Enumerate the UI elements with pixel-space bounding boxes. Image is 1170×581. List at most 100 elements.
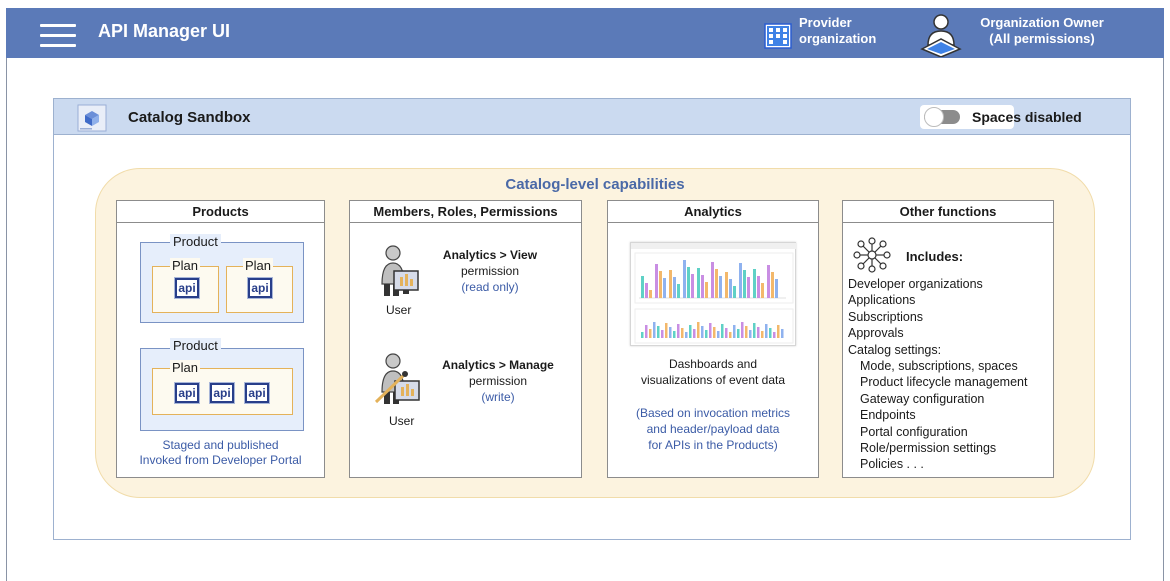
includes-label: Includes: xyxy=(906,249,964,264)
dashboard-bar xyxy=(669,270,672,298)
dashboard-bar xyxy=(645,325,648,338)
products-heading: Products xyxy=(117,201,324,223)
api-chip: api xyxy=(248,278,272,298)
dashboard-bar xyxy=(683,260,686,298)
list-item: Catalog settings: xyxy=(848,342,942,357)
dashboard-bar xyxy=(743,270,746,298)
dashboard-bar xyxy=(773,332,776,338)
list-item: Portal configuration xyxy=(860,424,968,439)
dashboard-bar xyxy=(745,326,748,338)
dashboard-bar xyxy=(709,323,712,338)
list-item: Mode, subscriptions, spaces xyxy=(860,359,1018,374)
api-chip: api xyxy=(210,383,234,403)
api-chip: api xyxy=(245,383,269,403)
api-chip: api xyxy=(175,383,199,403)
plan-label: Plan xyxy=(170,258,201,273)
dashboard-bar xyxy=(677,324,680,338)
analytics-note: (Based on invocation metrics and header/… xyxy=(635,406,791,452)
capabilities-title: Catalog-level capabilities xyxy=(505,176,685,193)
dashboard-bar xyxy=(757,276,760,298)
dashboard-bar xyxy=(769,328,772,338)
provider-organization-label[interactable]: Provider organization xyxy=(799,15,876,47)
list-item: Applications xyxy=(848,293,916,308)
app-title: API Manager UI xyxy=(98,21,231,41)
other-functions-heading: Other functions xyxy=(843,201,1053,223)
dashboard-bar xyxy=(655,264,658,298)
hamburger-menu-icon[interactable] xyxy=(40,24,76,47)
dashboard-bar xyxy=(701,275,704,298)
list-item: Gateway configuration xyxy=(860,391,985,406)
dashboard-thumbnail xyxy=(630,242,797,346)
dashboard-bar xyxy=(691,274,694,298)
product-label: Product xyxy=(170,234,221,249)
dashboard-bar xyxy=(757,327,760,338)
dashboard-bar xyxy=(697,322,700,338)
list-item: Approvals xyxy=(848,326,904,341)
dashboard-bar xyxy=(781,329,784,338)
manage-permission-title: Analytics > Manage xyxy=(442,358,554,372)
user-label: User xyxy=(386,303,412,317)
dashboard-bar xyxy=(721,324,724,338)
dashboard-bar xyxy=(761,331,764,338)
dashboard-bar xyxy=(729,332,732,338)
dashboard-bar xyxy=(733,325,736,338)
dashboard-bar xyxy=(725,328,728,338)
dashboard-bar xyxy=(767,265,770,298)
dashboard-bar xyxy=(737,329,740,338)
dashboard-bar xyxy=(687,267,690,298)
dashboard-bar xyxy=(747,277,750,298)
members-heading: Members, Roles, Permissions xyxy=(350,201,581,223)
dashboard-bar xyxy=(693,329,696,338)
list-item: Subscriptions xyxy=(848,309,924,324)
organization-owner-label[interactable]: Organization Owner (All permissions) xyxy=(966,15,1118,47)
analytics-description: Dashboards and visualizations of event d… xyxy=(640,357,786,387)
dashboard-bar xyxy=(765,324,768,338)
manage-permission-text: permission xyxy=(468,374,528,388)
dashboard-bar xyxy=(729,279,732,298)
dashboard-bar xyxy=(663,278,666,298)
top-header: API Manager UI Provider organization Org… xyxy=(6,8,1164,58)
list-item: Endpoints xyxy=(860,408,916,423)
network-hub-icon xyxy=(853,237,891,273)
toggle-knob xyxy=(924,107,944,127)
dashboard-bar xyxy=(777,325,780,338)
building-icon xyxy=(764,23,792,49)
members-column: Members, Roles, Permissions xyxy=(349,200,582,478)
dashboard-bar xyxy=(689,325,692,338)
dashboard-bar xyxy=(741,322,744,338)
toggle-track xyxy=(924,107,960,127)
view-permission-text: permission xyxy=(460,264,520,278)
list-item: Policies . . . xyxy=(860,457,924,472)
dashboard-bar xyxy=(645,283,648,298)
dashboard-bar xyxy=(665,323,668,338)
user-manage-icon xyxy=(374,353,420,404)
plan-label: Plan xyxy=(243,258,274,273)
list-item: Product lifecycle management xyxy=(860,375,1028,390)
dashboard-bar xyxy=(749,330,752,338)
dashboard-bar xyxy=(669,327,672,338)
dashboard-bar xyxy=(673,331,676,338)
dashboard-bar xyxy=(753,269,756,298)
analytics-heading: Analytics xyxy=(608,201,818,223)
manage-permission-note: (write) xyxy=(481,390,515,404)
dashboard-bar xyxy=(641,332,644,338)
other-functions-list: Developer organizations Applications Sub… xyxy=(848,276,1027,473)
dashboard-bar xyxy=(705,282,708,298)
list-item: Developer organizations xyxy=(848,277,983,291)
products-note: Staged and published Invoked from Develo… xyxy=(139,438,302,467)
dashboard-bar xyxy=(719,276,722,298)
view-permission-note: (read only) xyxy=(461,280,519,294)
dashboard-bar xyxy=(717,331,720,338)
view-permission-title: Analytics > View xyxy=(442,248,538,262)
dashboard-bar xyxy=(685,332,688,338)
dashboard-bar xyxy=(673,277,676,298)
dashboard-bar xyxy=(713,327,716,338)
spaces-status-label: Spaces disabled xyxy=(972,109,1082,125)
plan-label: Plan xyxy=(170,360,201,375)
dashboard-bar xyxy=(725,272,728,298)
dashboard-bar xyxy=(677,284,680,298)
dashboard-bar xyxy=(715,269,718,298)
list-item: Role/permission settings xyxy=(860,441,997,456)
catalog-header: Catalog Sandbox Spaces disabled xyxy=(54,99,1130,135)
catalog-title: Catalog Sandbox xyxy=(128,109,251,126)
